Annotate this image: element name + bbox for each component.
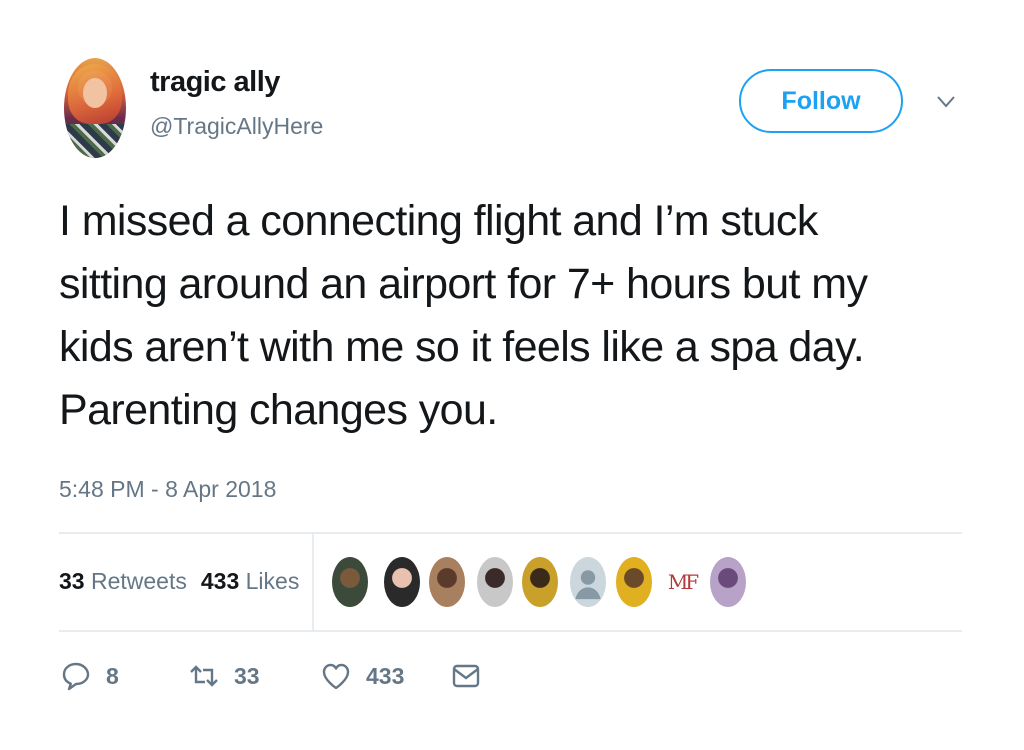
- likes-stat[interactable]: 433 Likes: [201, 568, 299, 594]
- liker-avatar-mf-icon[interactable]: MF: [662, 555, 702, 609]
- retweet-icon: [190, 665, 218, 687]
- likes-label: Likes: [245, 568, 300, 594]
- retweets-label: Retweets: [90, 568, 187, 594]
- avatar-shirt: [64, 124, 126, 158]
- like-count: 433: [366, 662, 405, 689]
- tweet-line: sitting around an airport for 7+ hours b…: [59, 260, 868, 308]
- heart-icon: [322, 663, 350, 690]
- retweet-button[interactable]: 33: [188, 656, 260, 696]
- like-button[interactable]: 433: [320, 656, 404, 696]
- divider-bottom: [59, 630, 962, 632]
- tweet-line: Parenting changes you.: [59, 386, 498, 434]
- direct-message-button[interactable]: [450, 656, 482, 696]
- liker-avatar-9-icon[interactable]: [708, 555, 748, 609]
- liker-avatar-2-icon[interactable]: [382, 555, 422, 609]
- tweet-text: I missed a connecting flight and I’m stu…: [59, 190, 979, 442]
- tweet-timestamp[interactable]: 5:48 PM - 8 Apr 2018: [59, 476, 276, 503]
- likes-count: 433: [200, 568, 240, 594]
- tweet-stats: 33 Retweets 433 Likes: [59, 568, 299, 595]
- retweet-count: 33: [234, 662, 260, 689]
- author-name[interactable]: tragic ally: [150, 66, 280, 99]
- reply-count: 8: [106, 662, 119, 689]
- follow-button[interactable]: Follow: [739, 69, 903, 133]
- liker-avatar-7-icon[interactable]: [614, 555, 654, 609]
- author-handle[interactable]: @TragicAllyHere: [150, 113, 323, 140]
- retweets-stat[interactable]: 33 Retweets: [59, 568, 187, 594]
- stats-divider: [312, 533, 314, 631]
- chevron-down-icon[interactable]: [934, 90, 958, 112]
- retweets-count: 33: [59, 568, 85, 594]
- reply-button[interactable]: 8: [60, 656, 119, 696]
- liker-avatar-5-icon[interactable]: [520, 555, 560, 609]
- tweet-line: I missed a connecting flight and I’m stu…: [59, 197, 818, 245]
- reply-icon: [62, 662, 90, 691]
- author-avatar[interactable]: [64, 58, 126, 158]
- divider-top: [59, 532, 962, 534]
- liker-avatar-3-icon[interactable]: [427, 555, 467, 609]
- tweet-line: kids aren’t with me so it feels like a s…: [59, 323, 865, 371]
- envelope-icon: [452, 664, 480, 688]
- liker-avatar-default-icon[interactable]: [568, 555, 608, 609]
- avatar-face: [83, 78, 107, 108]
- liker-avatar-1-icon[interactable]: [330, 555, 370, 609]
- liker-avatar-4-icon[interactable]: [475, 555, 515, 609]
